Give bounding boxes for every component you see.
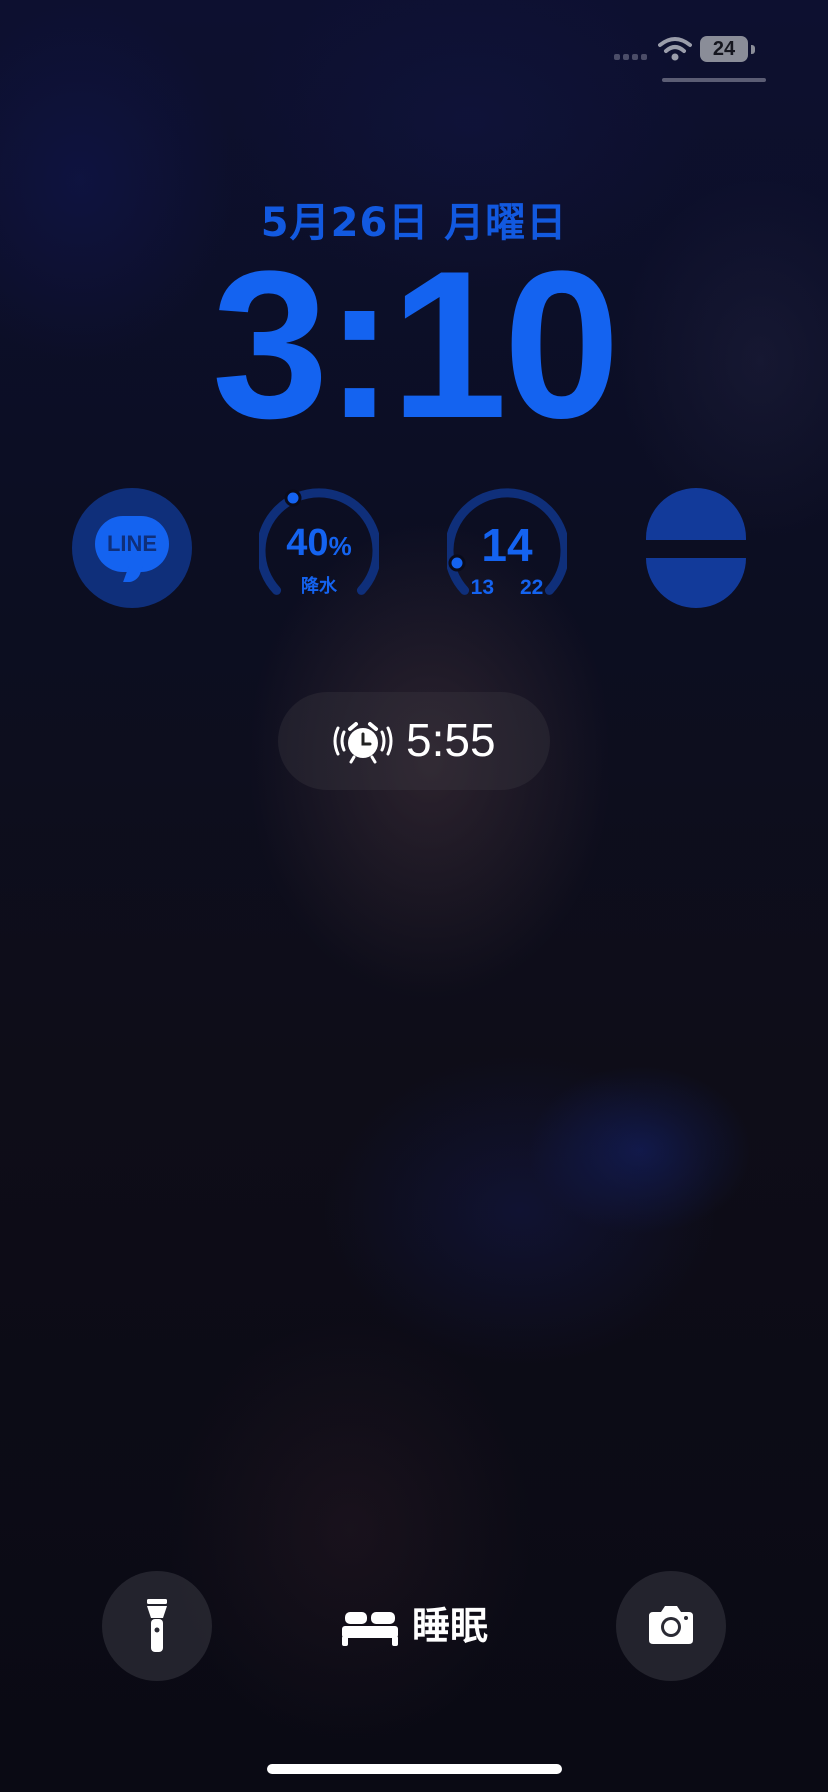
bed-icon bbox=[342, 1612, 398, 1646]
moon-phase-icon bbox=[646, 488, 746, 540]
sleep-label: 睡眠 bbox=[412, 1604, 489, 1648]
status-bar: 24 bbox=[614, 34, 794, 64]
lock-screen: 24 5月26日 月曜日 3:10 LINE 40% 降水 14 13 22 5… bbox=[0, 0, 828, 1792]
temperature-high: 22 bbox=[520, 576, 544, 599]
moon-phase-widget[interactable] bbox=[646, 488, 746, 608]
control-center-indicator[interactable] bbox=[662, 78, 766, 82]
alarm-widget[interactable]: 5:55 bbox=[278, 692, 550, 790]
sleep-focus-indicator[interactable]: 睡眠 bbox=[342, 1598, 502, 1654]
alarm-time: 5:55 bbox=[406, 714, 496, 766]
battery-level: 24 bbox=[700, 36, 748, 62]
temperature-current: 14 bbox=[481, 519, 533, 571]
flashlight-icon bbox=[147, 1599, 167, 1652]
camera-icon bbox=[649, 1606, 693, 1644]
temperature-low: 13 bbox=[470, 576, 494, 599]
alarm-clock-icon bbox=[333, 722, 393, 764]
line-widget[interactable]: LINE bbox=[72, 488, 192, 608]
flashlight-button[interactable] bbox=[102, 1571, 212, 1681]
line-label: LINE bbox=[106, 531, 158, 556]
precipitation-label: 降水 bbox=[301, 576, 337, 597]
lock-clock: 3:10 bbox=[211, 227, 620, 462]
temperature-range: 13 22 bbox=[447, 576, 567, 600]
precipitation-value: 40% bbox=[286, 522, 352, 564]
battery-icon bbox=[751, 45, 755, 54]
home-indicator[interactable] bbox=[267, 1764, 562, 1774]
precipitation-widget[interactable]: 40% 降水 bbox=[259, 488, 379, 608]
camera-button[interactable] bbox=[616, 1571, 726, 1681]
temperature-widget[interactable]: 14 13 22 bbox=[447, 488, 567, 608]
cellular-signal-icon bbox=[614, 54, 647, 60]
wifi-icon bbox=[658, 37, 692, 61]
